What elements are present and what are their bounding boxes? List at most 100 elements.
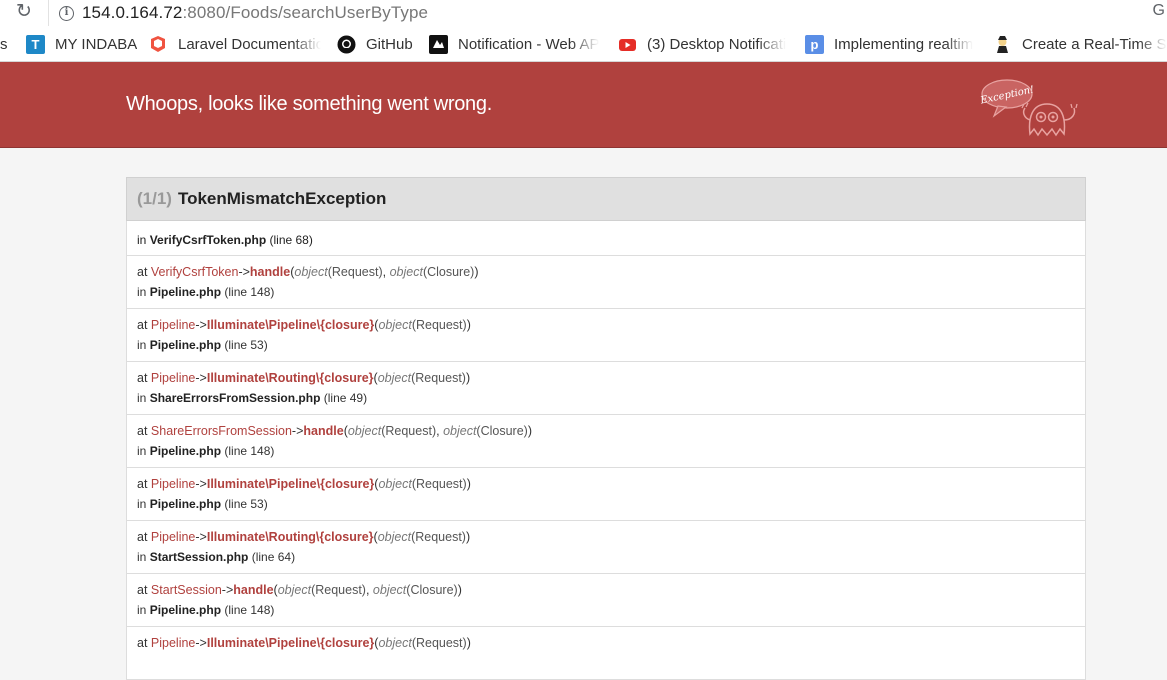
exception-name: TokenMismatchException [177, 189, 387, 208]
frame-function: Illuminate\Pipeline\{closure} [206, 318, 375, 332]
error-header: Whoops, looks like something went wrong.… [0, 62, 1167, 148]
reload-icon[interactable]: ↻ [16, 1, 36, 23]
arg-kind: object [294, 265, 328, 279]
trace-line: (line 53) [221, 497, 268, 511]
frame-class: Pipeline [150, 371, 196, 385]
bookmark-item[interactable]: Laravel Documentatio [149, 26, 321, 62]
bookmark-item[interactable]: Notification - Web AP [429, 26, 601, 62]
arg-type: (Request) [327, 265, 383, 279]
bookmark-label: s [0, 35, 8, 53]
exception-panel: (1/1) TokenMismatchException in VerifyCs… [126, 177, 1086, 680]
site-info-icon[interactable]: i [59, 5, 74, 21]
trace-file: Pipeline.php [149, 338, 222, 352]
at-label: at [137, 318, 151, 332]
frame-call: at ShareErrorsFromSession->handle(object… [137, 423, 1075, 443]
in-label: in [137, 285, 150, 299]
exception-heading: (1/1) TokenMismatchException [126, 177, 1086, 221]
trace-file: ShareErrorsFromSession.php [149, 391, 321, 405]
youtube-icon [618, 35, 637, 54]
frame-class: VerifyCsrfToken [150, 265, 239, 279]
trace-frame: at Pipeline->Illuminate\Pipeline\{closur… [127, 627, 1085, 680]
bookmark-label: (3) Desktop Notificati [647, 35, 787, 53]
github-icon [337, 35, 356, 54]
trace-frame: at StartSession->handle(object(Request),… [127, 574, 1085, 627]
frame-function: Illuminate\Routing\{closure} [206, 530, 374, 544]
arg-kind: object [277, 583, 312, 597]
url-path: :8080/Foods/searchUserByType [182, 3, 429, 22]
arg-type: (Closure) [406, 583, 458, 597]
at-label: at [137, 371, 151, 385]
trace-origin: in VerifyCsrfToken.php (line 68) [127, 221, 1085, 256]
arg-kind: object [377, 371, 412, 385]
in-label: in [137, 233, 147, 247]
frame-class: ShareErrorsFromSession [150, 424, 292, 438]
frame-class: Pipeline [150, 636, 196, 650]
trace-frame: at Pipeline->Illuminate\Routing\{closure… [127, 521, 1085, 574]
arg-type: (Request) [411, 371, 466, 385]
arg-kind: object [378, 636, 412, 650]
arg-type: (Request) [381, 424, 437, 438]
arg-kind: object [443, 424, 477, 438]
trace-file: VerifyCsrfToken.php [149, 233, 267, 247]
trace-line: (line 49) [320, 391, 368, 405]
bookmark-label: GitHub [366, 35, 413, 53]
trace-file: StartSession.php [149, 550, 249, 564]
bookmark-label: Laravel Documentatio [178, 35, 321, 53]
trace-line: (line 64) [248, 550, 296, 564]
paren-close: ) [466, 318, 471, 332]
in-label: in [137, 444, 150, 458]
bookmark-item[interactable]: GitHub [337, 26, 413, 62]
in-label: in [137, 603, 150, 617]
arg-kind: object [372, 583, 407, 597]
in-label: in [137, 391, 150, 405]
p-logo-icon: p [805, 34, 824, 54]
arg-separator: , [365, 583, 373, 597]
trace-frame: at Pipeline->Illuminate\Pipeline\{closur… [127, 468, 1085, 521]
trace-file: Pipeline.php [149, 285, 222, 299]
frame-function: handle [249, 265, 291, 279]
at-label: at [137, 583, 151, 597]
trace-frame: at Pipeline->Illuminate\Routing\{closure… [127, 362, 1085, 415]
arg-kind: object [347, 424, 382, 438]
trace-frame: at ShareErrorsFromSession->handle(object… [127, 415, 1085, 468]
frame-function: Illuminate\Pipeline\{closure} [206, 636, 375, 650]
browser-address-bar: ↻ i 154.0.164.72:8080/Foods/searchUserBy… [0, 0, 1167, 26]
frame-location: in ShareErrorsFromSession.php (line 49) [137, 390, 1075, 406]
trace-frame: at VerifyCsrfToken->handle(object(Reques… [127, 256, 1085, 309]
call-arrow: -> [238, 265, 250, 279]
exception-count: (1/1) [137, 189, 172, 208]
bookmark-item[interactable]: Create a Real-Time Sh [993, 26, 1167, 62]
at-label: at [137, 636, 151, 650]
in-label: in [137, 550, 150, 564]
bookmarks-bar: s T MY INDABA Laravel Documentatio GitHu… [0, 26, 1167, 62]
search-engine-icon: G [1152, 2, 1165, 19]
trace-line: (line 148) [221, 285, 275, 299]
call-arrow: -> [195, 530, 207, 544]
call-arrow: -> [195, 636, 207, 650]
trace-file: Pipeline.php [149, 497, 222, 511]
at-label: at [137, 424, 151, 438]
frame-function: handle [303, 424, 344, 438]
paren-close: ) [457, 583, 462, 597]
bookmark-item[interactable]: s [0, 26, 12, 62]
arg-type: (Request) [311, 583, 366, 597]
url-field[interactable]: i 154.0.164.72:8080/Foods/searchUserByTy… [48, 0, 1167, 26]
frame-call: at Pipeline->Illuminate\Pipeline\{closur… [137, 317, 1075, 337]
in-label: in [137, 338, 150, 352]
exception-ghost-icon: Exception! [980, 79, 1078, 137]
call-arrow: -> [195, 371, 207, 385]
at-label: at [137, 265, 151, 279]
bookmark-item[interactable]: (3) Desktop Notificati [618, 26, 790, 62]
bookmark-item[interactable]: T MY INDABA [26, 26, 137, 62]
paren-close: ) [466, 636, 471, 650]
trace-line: (line 53) [221, 338, 268, 352]
bookmark-label: Implementing realtim [834, 35, 974, 53]
bookmark-item[interactable]: p Implementing realtim [805, 26, 977, 62]
frame-call: at StartSession->handle(object(Request),… [137, 582, 1075, 602]
trace-file: Pipeline.php [149, 603, 222, 617]
bookmark-label: MY INDABA [55, 35, 138, 53]
frame-call: at Pipeline->Illuminate\Pipeline\{closur… [137, 635, 1075, 655]
trace-line: (line 68) [269, 233, 313, 247]
laravel-icon [149, 35, 168, 54]
arg-type: (Closure) [422, 265, 475, 279]
